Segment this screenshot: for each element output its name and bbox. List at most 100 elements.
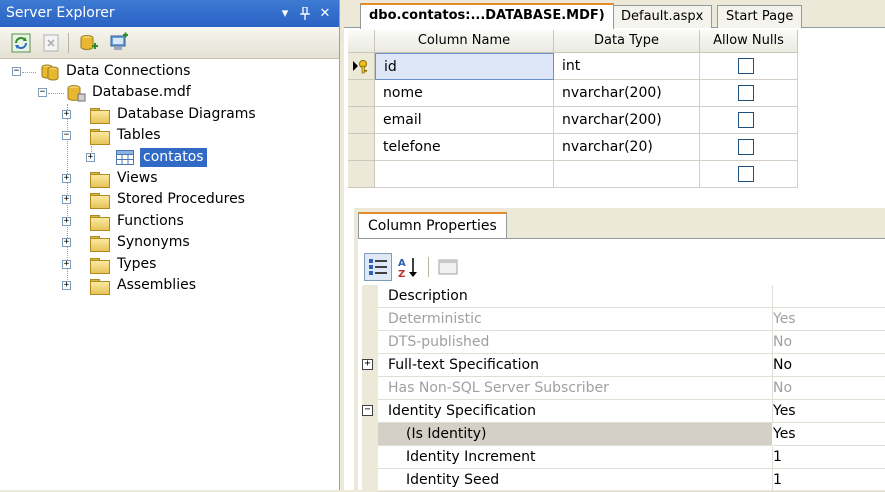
cell-column-name[interactable]: email bbox=[375, 107, 554, 134]
property-row[interactable]: Identity Seed 1 bbox=[378, 469, 885, 492]
row-selector[interactable] bbox=[348, 107, 375, 134]
refresh-icon[interactable] bbox=[10, 32, 32, 54]
cell-allow-nulls bbox=[700, 134, 798, 161]
cell-column-name[interactable]: nome bbox=[375, 80, 554, 107]
expand-icon[interactable]: + bbox=[62, 281, 71, 290]
tree-item-database-mdf[interactable]: − Database.mdf bbox=[0, 82, 330, 103]
stop-icon[interactable] bbox=[40, 32, 62, 54]
row-selector[interactable] bbox=[348, 80, 375, 107]
property-value[interactable]: 1 bbox=[773, 469, 782, 491]
cell-column-name[interactable]: telefone bbox=[375, 134, 554, 161]
connect-to-server-icon[interactable] bbox=[108, 32, 130, 54]
tree-item-stored-procedures[interactable]: + Stored Procedures bbox=[0, 189, 330, 210]
tree-item-label: Synonyms bbox=[117, 234, 190, 250]
property-value: Yes bbox=[773, 311, 796, 327]
allow-nulls-checkbox[interactable] bbox=[738, 112, 754, 128]
tree-item-label: Database.mdf bbox=[92, 84, 191, 100]
expand-icon[interactable]: + bbox=[62, 195, 71, 204]
expand-icon[interactable]: + bbox=[62, 110, 71, 119]
allow-nulls-checkbox[interactable] bbox=[738, 139, 754, 155]
tree-item-synonyms[interactable]: + Synonyms bbox=[0, 232, 330, 253]
folder-icon bbox=[90, 108, 110, 124]
expand-icon[interactable]: + bbox=[62, 217, 71, 226]
property-row[interactable]: Description bbox=[378, 285, 885, 308]
tree-item-data-connections[interactable]: − Data Connections bbox=[0, 61, 330, 82]
property-row[interactable]: − Identity Specification Yes bbox=[362, 400, 885, 423]
property-value[interactable]: Yes bbox=[773, 400, 796, 422]
tree-item-label: Types bbox=[117, 256, 157, 272]
toolbar-separator bbox=[68, 33, 69, 53]
tree-item-tables[interactable]: − Tables bbox=[0, 125, 330, 146]
allow-nulls-checkbox[interactable] bbox=[738, 58, 754, 74]
folder-open-icon bbox=[90, 129, 110, 145]
allow-nulls-checkbox[interactable] bbox=[738, 166, 754, 182]
property-name: Identity Increment bbox=[406, 449, 536, 465]
svg-text:Z: Z bbox=[398, 269, 405, 280]
collapse-icon[interactable]: − bbox=[38, 88, 47, 97]
expand-icon[interactable]: + bbox=[86, 153, 95, 162]
column-header-type[interactable]: Data Type bbox=[554, 30, 700, 53]
cell-data-type[interactable] bbox=[554, 161, 700, 188]
expand-icon[interactable]: + bbox=[62, 174, 71, 183]
collapse-icon[interactable]: − bbox=[62, 131, 71, 140]
pin-icon[interactable] bbox=[296, 0, 314, 30]
tree-item-views[interactable]: + Views bbox=[0, 168, 330, 189]
property-value[interactable]: Yes bbox=[773, 423, 885, 445]
tree-item-assemblies[interactable]: + Assemblies bbox=[0, 275, 330, 296]
tree-item-label: Assemblies bbox=[117, 277, 196, 293]
property-name: DTS-published bbox=[388, 334, 490, 350]
folder-icon bbox=[90, 193, 110, 209]
toolbar-separator bbox=[428, 257, 429, 277]
property-row-selected[interactable]: (Is Identity) Yes bbox=[378, 423, 885, 446]
tree-item-contatos[interactable]: + contatos bbox=[0, 147, 330, 168]
cell-data-type[interactable]: nvarchar(200) bbox=[554, 107, 700, 134]
property-value: No bbox=[773, 334, 793, 350]
expand-icon[interactable]: + bbox=[62, 238, 71, 247]
property-pages-icon[interactable] bbox=[434, 253, 462, 281]
property-gutter bbox=[362, 285, 378, 491]
property-value: No bbox=[773, 380, 793, 396]
expand-icon[interactable]: + bbox=[62, 260, 71, 269]
categorized-icon[interactable] bbox=[364, 253, 392, 281]
row-selector[interactable] bbox=[348, 161, 375, 188]
column-header-allow-nulls[interactable]: Allow Nulls bbox=[700, 30, 798, 53]
expand-icon[interactable]: + bbox=[362, 359, 373, 370]
tree-item-types[interactable]: + Types bbox=[0, 254, 330, 275]
dropdown-arrow-icon[interactable]: ▾ bbox=[276, 0, 294, 27]
folder-icon bbox=[90, 236, 110, 252]
row-selector[interactable] bbox=[348, 53, 375, 80]
server-explorer-title: Server Explorer bbox=[6, 5, 115, 21]
tab-column-properties[interactable]: Column Properties bbox=[358, 212, 507, 239]
property-row[interactable]: Identity Increment 1 bbox=[378, 446, 885, 469]
panel-splitter[interactable] bbox=[339, 0, 343, 490]
tree-item-functions[interactable]: + Functions bbox=[0, 211, 330, 232]
property-row[interactable]: DTS-published No bbox=[378, 331, 885, 354]
property-row[interactable]: Has Non-SQL Server Subscriber No bbox=[378, 377, 885, 400]
cell-column-name[interactable] bbox=[375, 161, 554, 188]
column-header-name[interactable]: Column Name bbox=[375, 30, 554, 53]
tree-item-label: Database Diagrams bbox=[117, 106, 256, 122]
primary-key-icon bbox=[353, 60, 367, 74]
cell-allow-nulls bbox=[700, 107, 798, 134]
collapse-icon[interactable]: − bbox=[12, 67, 21, 76]
property-row[interactable]: + Full-text Specification No bbox=[362, 354, 885, 377]
data-connections-icon bbox=[40, 63, 59, 81]
tab-default-aspx[interactable]: Default.aspx bbox=[612, 5, 713, 28]
property-grid: AZ Description Deterministic Yes DTS-pub… bbox=[358, 238, 885, 492]
property-value[interactable]: 1 bbox=[773, 446, 782, 468]
connect-to-database-icon[interactable] bbox=[78, 32, 100, 54]
cell-data-type[interactable]: nvarchar(200) bbox=[554, 80, 700, 107]
tree-item-database-diagrams[interactable]: + Database Diagrams bbox=[0, 104, 330, 125]
tab-start-page[interactable]: Start Page bbox=[717, 5, 803, 28]
property-row[interactable]: Deterministic Yes bbox=[378, 308, 885, 331]
cell-data-type[interactable]: nvarchar(20) bbox=[554, 134, 700, 161]
alphabetical-sort-icon[interactable]: AZ bbox=[394, 253, 422, 281]
allow-nulls-checkbox[interactable] bbox=[738, 85, 754, 101]
cell-data-type[interactable]: int bbox=[554, 53, 700, 80]
cell-column-name[interactable]: id bbox=[375, 53, 554, 80]
tab-table-designer[interactable]: dbo.contatos:...DATABASE.MDF) bbox=[360, 3, 614, 29]
property-value[interactable]: No bbox=[773, 354, 792, 376]
collapse-icon[interactable]: − bbox=[362, 405, 373, 416]
close-icon[interactable]: ✕ bbox=[316, 0, 334, 27]
row-selector[interactable] bbox=[348, 134, 375, 161]
